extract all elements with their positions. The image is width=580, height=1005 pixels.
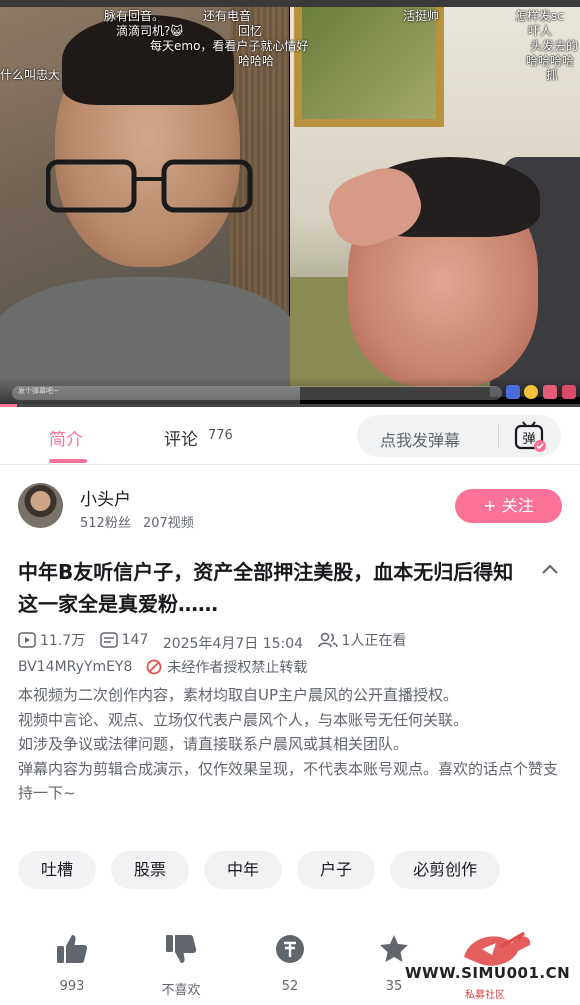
dislike-button[interactable]: 不喜欢 xyxy=(141,933,221,998)
chevron-up-icon[interactable] xyxy=(540,562,560,576)
coin-count: 52 xyxy=(281,979,299,994)
danmaku-input-bar[interactable] xyxy=(12,386,502,400)
danmaku-placeholder: 点我发弹幕 xyxy=(380,431,461,450)
bvid[interactable]: BV14MRyYmEY8 xyxy=(18,659,132,675)
like-count: 993 xyxy=(59,979,85,994)
video-count: 207视频 xyxy=(142,516,194,531)
tab-comments[interactable]: 评论 xyxy=(164,425,198,450)
uploader-stats: 512粉丝 207视频 xyxy=(80,512,194,531)
coin-icon xyxy=(276,935,304,963)
gift-icon[interactable] xyxy=(543,385,557,399)
box-icon[interactable] xyxy=(562,385,576,399)
tab-bar: 简介 评论 776 点我发弹幕 弹 xyxy=(0,407,580,465)
video-title: 中年B友听信户子，资产全部押注美股，血本无归后得知这一家全是真爱粉…… xyxy=(18,560,514,616)
danmaku-toggle-icon[interactable]: 弹 xyxy=(513,421,547,453)
player-controls: 发个弹幕吧~ xyxy=(0,378,580,407)
video-meta: 11.7万 147 2025年4月7日 15:04 1人正在看 xyxy=(18,630,416,653)
repost-notice: 未经作者授权禁止转载 xyxy=(146,657,307,677)
tag-chip[interactable]: 吐槽 xyxy=(18,851,97,889)
wall-painting xyxy=(294,7,444,127)
play-count-icon xyxy=(18,632,36,648)
uploader-name[interactable]: 小头户 xyxy=(80,485,131,510)
thumbs-up-icon xyxy=(57,935,88,963)
uploader-avatar[interactable] xyxy=(18,483,63,528)
danmaku-comment: 什么叫忠大 xyxy=(0,68,61,82)
dislike-label: 不喜欢 xyxy=(161,983,201,998)
tag-chip[interactable]: 必剪创作 xyxy=(390,851,501,889)
watching-item: 1人正在看 xyxy=(317,630,407,650)
danmaku-input-hint: 发个弹幕吧~ xyxy=(18,387,59,395)
tag-chip[interactable]: 股票 xyxy=(111,851,190,889)
danmaku-send-input[interactable]: 点我发弹幕 弹 xyxy=(357,415,561,457)
danmaku-comment: 抓 xyxy=(546,68,559,82)
repost-notice-text: 未经作者授权禁止转载 xyxy=(167,660,308,676)
description-line: 弹幕内容为剪辑合成演示，仅作效果呈现，不代表本账号观点。喜欢的话点个赞支持一下~ xyxy=(18,759,559,803)
tab-active-indicator xyxy=(49,459,87,463)
danmaku-count-item: 147 xyxy=(99,632,149,648)
watermark-subtext: 私募社区 xyxy=(465,990,505,1001)
publish-date: 2025年4月7日 15:04 xyxy=(162,636,304,652)
glasses-shape xyxy=(46,159,253,213)
follower-count: 512粉丝 xyxy=(80,516,131,531)
description-line: 视频中言论、观点、立场仅代表户晨风个人，与本账号无任何关联。 xyxy=(18,710,469,729)
status-strip xyxy=(0,0,580,7)
forbidden-icon xyxy=(146,659,162,675)
grid-icon[interactable] xyxy=(506,385,520,399)
divider xyxy=(498,424,499,448)
thumbs-down-icon xyxy=(166,935,197,963)
tag-chip[interactable]: 户子 xyxy=(297,851,376,889)
danmaku-comment: 每天emo，看看户子就心情好 xyxy=(150,39,309,53)
like-button[interactable]: 993 xyxy=(32,933,112,994)
coin-button[interactable]: 52 xyxy=(250,933,330,994)
danmaku-count-icon xyxy=(99,632,118,648)
description-line: 如涉及争议或法律问题，请直接联系户晨风或其相关团队。 xyxy=(18,735,409,753)
description-line: 本视频为二次创作内容，素材均取自UP主户晨风的公开直播授权。 xyxy=(18,686,459,704)
video-description: 本视频为二次创作内容，素材均取自UP主户晨风的公开直播授权。 视频中言论、观点、… xyxy=(18,683,563,806)
video-id-row: BV14MRyYmEY8 未经作者授权禁止转载 xyxy=(18,657,307,677)
tab-intro[interactable]: 简介 xyxy=(49,425,83,450)
follow-button[interactable]: + 关注 xyxy=(455,489,562,523)
video-player[interactable]: 脉有回音。 还有电音 滴滴司机?😺 回忆 每天emo，看看户子就心情好 哈哈哈 … xyxy=(0,0,580,407)
watching-count: 1人正在看 xyxy=(341,633,407,649)
watermark-text: WWW.SIMU001.CN xyxy=(405,964,571,982)
tag-chip[interactable]: 中年 xyxy=(204,851,283,889)
emoji-icon[interactable] xyxy=(524,385,538,399)
danmaku-toggle-glyph: 弹 xyxy=(522,432,535,447)
danmaku-count: 147 xyxy=(121,632,149,648)
tag-list: 吐槽 股票 中年 户子 必剪创作 xyxy=(18,851,515,889)
danmaku-comment: 活挺帅 xyxy=(403,9,440,23)
danmaku-comment: 哈哈哈 xyxy=(238,54,275,68)
people-icon xyxy=(317,632,338,648)
view-count: 11.7万 xyxy=(40,633,86,649)
comments-count: 776 xyxy=(208,428,233,443)
view-count-item: 11.7万 xyxy=(18,630,85,650)
